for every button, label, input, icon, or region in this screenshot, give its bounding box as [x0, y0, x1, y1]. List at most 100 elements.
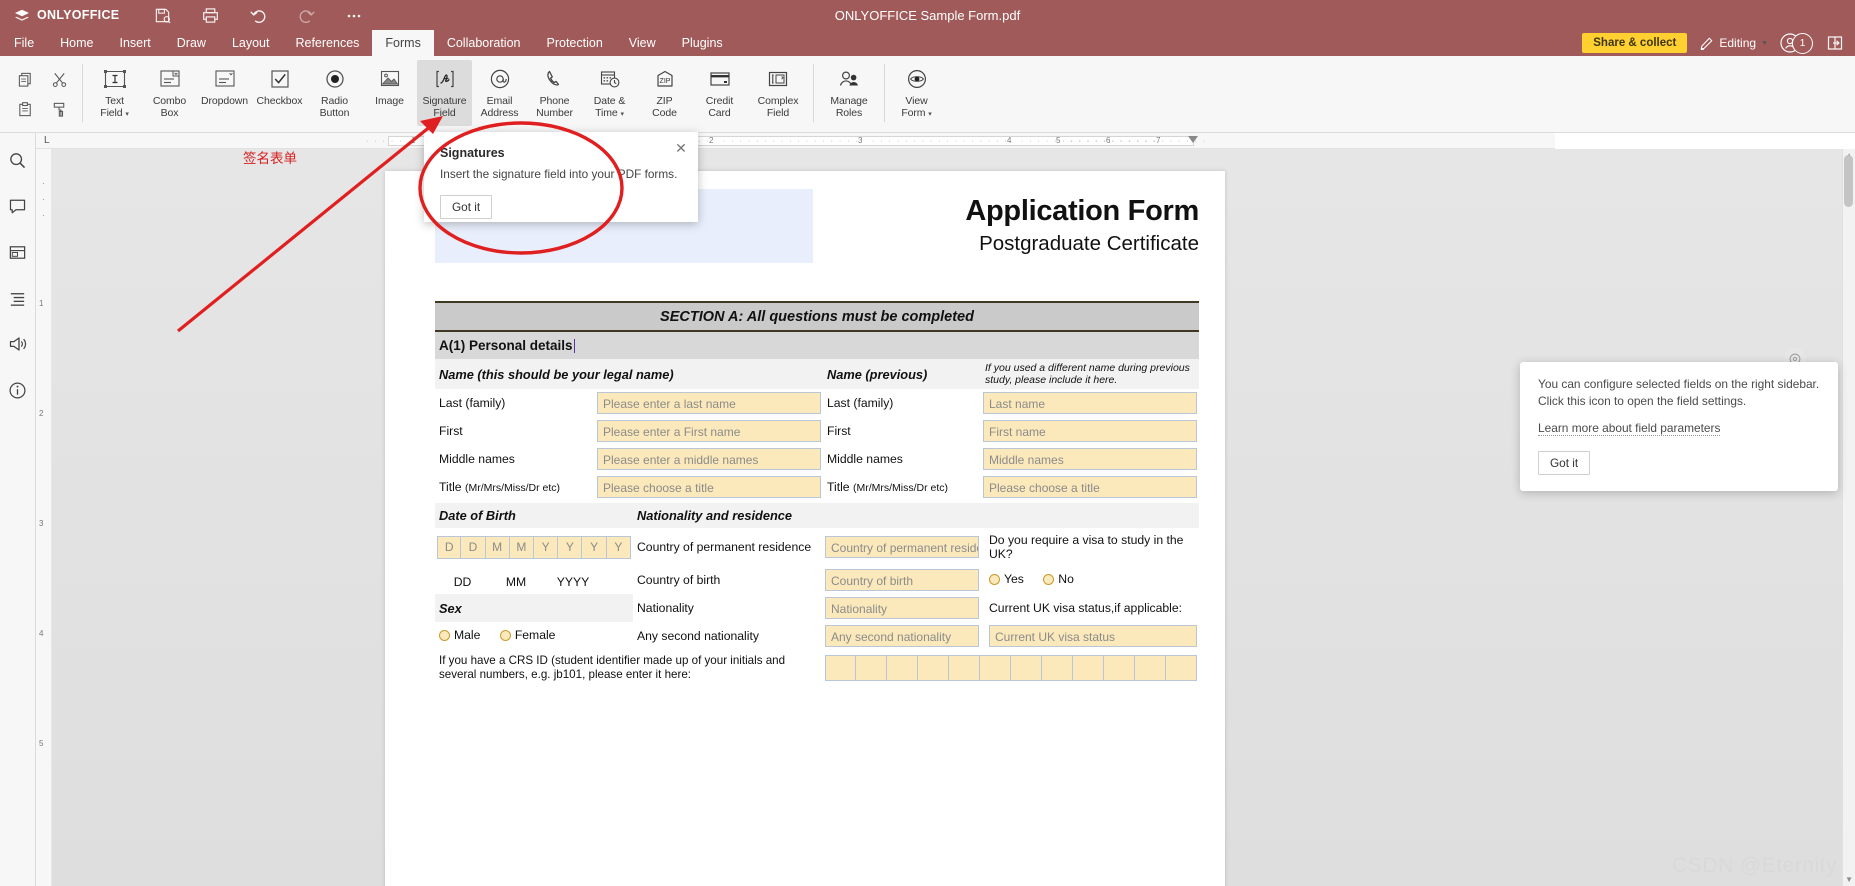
- crs-cell[interactable]: [887, 654, 919, 681]
- title-field[interactable]: Please choose a title: [597, 476, 821, 498]
- first-name-field[interactable]: Please enter a First name: [597, 420, 821, 442]
- crs-cell[interactable]: [949, 654, 981, 681]
- comments-icon[interactable]: [5, 193, 31, 219]
- crs-cell[interactable]: [1011, 654, 1043, 681]
- indent-marker-icon[interactable]: [1188, 136, 1198, 143]
- format-painter-icon[interactable]: [42, 94, 76, 124]
- text-field-button[interactable]: Text Field ▾: [87, 60, 142, 126]
- search-icon[interactable]: [5, 147, 31, 173]
- dob-cell[interactable]: Y: [558, 535, 583, 559]
- crs-cell[interactable]: [1135, 654, 1167, 681]
- menu-layout[interactable]: Layout: [219, 30, 283, 56]
- menu-home[interactable]: Home: [47, 30, 106, 56]
- undo-icon[interactable]: [248, 5, 268, 25]
- menu-references[interactable]: References: [282, 30, 372, 56]
- headings-icon[interactable]: [5, 285, 31, 311]
- prev-last-name-field[interactable]: Last name: [983, 392, 1197, 414]
- open-file-location-icon[interactable]: [1825, 33, 1845, 53]
- collaborators-indicator[interactable]: 1: [1780, 32, 1813, 54]
- copy-icon[interactable]: [8, 64, 42, 94]
- collaborator-count-badge: 1: [1792, 32, 1813, 54]
- learn-more-link[interactable]: Learn more about field parameters: [1538, 421, 1721, 436]
- signatures-tooltip-popup[interactable]: ✕ Signatures Insert the signature field …: [424, 132, 698, 222]
- crs-cell[interactable]: [1166, 654, 1198, 681]
- editing-mode-selector[interactable]: Editing ▼: [1699, 36, 1768, 51]
- close-icon[interactable]: ✕: [674, 141, 688, 156]
- menu-view[interactable]: View: [616, 30, 669, 56]
- checkbox-button[interactable]: Checkbox: [252, 60, 307, 126]
- about-icon[interactable]: [5, 377, 31, 403]
- crs-cell[interactable]: [856, 654, 888, 681]
- signature-field-button[interactable]: Signature Field: [417, 60, 472, 126]
- nationality-field[interactable]: Nationality: [825, 597, 979, 619]
- zip-code-button[interactable]: ZIP ZIP Code: [637, 60, 692, 126]
- view-form-button[interactable]: View Form ▾: [889, 60, 944, 126]
- cut-icon[interactable]: [42, 64, 76, 94]
- pdf-page[interactable]: Application Form Postgraduate Certificat…: [385, 171, 1225, 886]
- email-address-button[interactable]: Email Address: [472, 60, 527, 126]
- vertical-scrollbar[interactable]: ▲ ▼: [1842, 149, 1855, 886]
- dob-cell[interactable]: M: [509, 535, 535, 559]
- prev-title-field[interactable]: Please choose a title: [983, 476, 1197, 498]
- tab-stop-indicator[interactable]: L: [44, 135, 50, 146]
- menu-protection[interactable]: Protection: [534, 30, 616, 56]
- second-nationality-field[interactable]: Any second nationality: [825, 625, 979, 647]
- visa-yes-radio[interactable]: Yes: [989, 572, 1024, 586]
- forms-panel-icon[interactable]: [5, 239, 31, 265]
- feedback-icon[interactable]: [5, 331, 31, 357]
- dob-cell[interactable]: Y: [534, 535, 559, 559]
- menu-collaboration[interactable]: Collaboration: [434, 30, 534, 56]
- crs-cell[interactable]: [1104, 654, 1136, 681]
- dob-cell[interactable]: M: [485, 535, 510, 559]
- sex-female-radio[interactable]: Female: [499, 628, 555, 642]
- dropdown-button[interactable]: Dropdown: [197, 60, 252, 126]
- scrollbar-thumb[interactable]: [1844, 155, 1853, 207]
- document-canvas[interactable]: Application Form Postgraduate Certificat…: [52, 149, 1855, 886]
- menu-forms[interactable]: Forms: [372, 30, 434, 56]
- menu-insert[interactable]: Insert: [107, 30, 164, 56]
- dob-cell[interactable]: Y: [582, 535, 607, 559]
- date-time-button[interactable]: Date & Time ▾: [582, 60, 637, 126]
- sex-male-radio[interactable]: Male: [439, 628, 480, 642]
- crs-cell[interactable]: [1042, 654, 1074, 681]
- prev-middle-names-field[interactable]: Middle names: [983, 448, 1197, 470]
- dob-cell[interactable]: D: [461, 535, 486, 559]
- last-name-field[interactable]: Please enter a last name: [597, 392, 821, 414]
- complex-field-button[interactable]: Complex Field: [747, 60, 809, 126]
- more-icon[interactable]: [344, 5, 364, 25]
- phone-number-button[interactable]: Phone Number: [527, 60, 582, 126]
- signatures-got-it-button[interactable]: Got it: [440, 195, 493, 219]
- menu-draw[interactable]: Draw: [164, 30, 219, 56]
- checkbox-label: Checkbox: [256, 95, 303, 107]
- print-icon[interactable]: [200, 5, 220, 25]
- image-button[interactable]: Image: [362, 60, 417, 126]
- crs-cell[interactable]: [918, 654, 950, 681]
- scroll-down-icon[interactable]: ▼: [1845, 875, 1853, 884]
- combo-box-button[interactable]: Combo Box: [142, 60, 197, 126]
- menu-file[interactable]: File: [0, 30, 47, 56]
- dob-cell[interactable]: D: [437, 535, 462, 559]
- paste-icon[interactable]: [8, 94, 42, 124]
- manage-roles-button[interactable]: Manage Roles: [818, 60, 880, 126]
- save-icon[interactable]: [152, 5, 172, 25]
- dob-cell-group[interactable]: D D M M Y Y Y Y: [437, 535, 631, 559]
- field-tooltip-got-it-button[interactable]: Got it: [1538, 451, 1591, 475]
- credit-card-button[interactable]: Credit Card: [692, 60, 747, 126]
- visa-no-radio[interactable]: No: [1043, 572, 1074, 586]
- field-settings-tooltip[interactable]: You can configure selected fields on the…: [1520, 362, 1838, 491]
- crs-cell[interactable]: [825, 654, 857, 681]
- visa-status-field[interactable]: Current UK visa status: [989, 625, 1197, 647]
- country-of-birth-field[interactable]: Country of birth: [825, 569, 979, 591]
- crs-cell[interactable]: [1073, 654, 1105, 681]
- crs-id-cell-group[interactable]: [825, 654, 1198, 681]
- crs-cell[interactable]: [980, 654, 1012, 681]
- share-and-collect-button[interactable]: Share & collect: [1582, 33, 1688, 53]
- radio-button-button[interactable]: Radio Button: [307, 60, 362, 126]
- redo-icon[interactable]: [296, 5, 316, 25]
- country-permanent-residence-field[interactable]: Country of permanent residence: [825, 536, 979, 558]
- menu-plugins[interactable]: Plugins: [669, 30, 736, 56]
- dob-cell[interactable]: Y: [606, 535, 631, 559]
- middle-names-field[interactable]: Please enter a middle names: [597, 448, 821, 470]
- vertical-ruler[interactable]: · · · 1 2 3 4 5: [36, 149, 52, 886]
- prev-first-name-field[interactable]: First name: [983, 420, 1197, 442]
